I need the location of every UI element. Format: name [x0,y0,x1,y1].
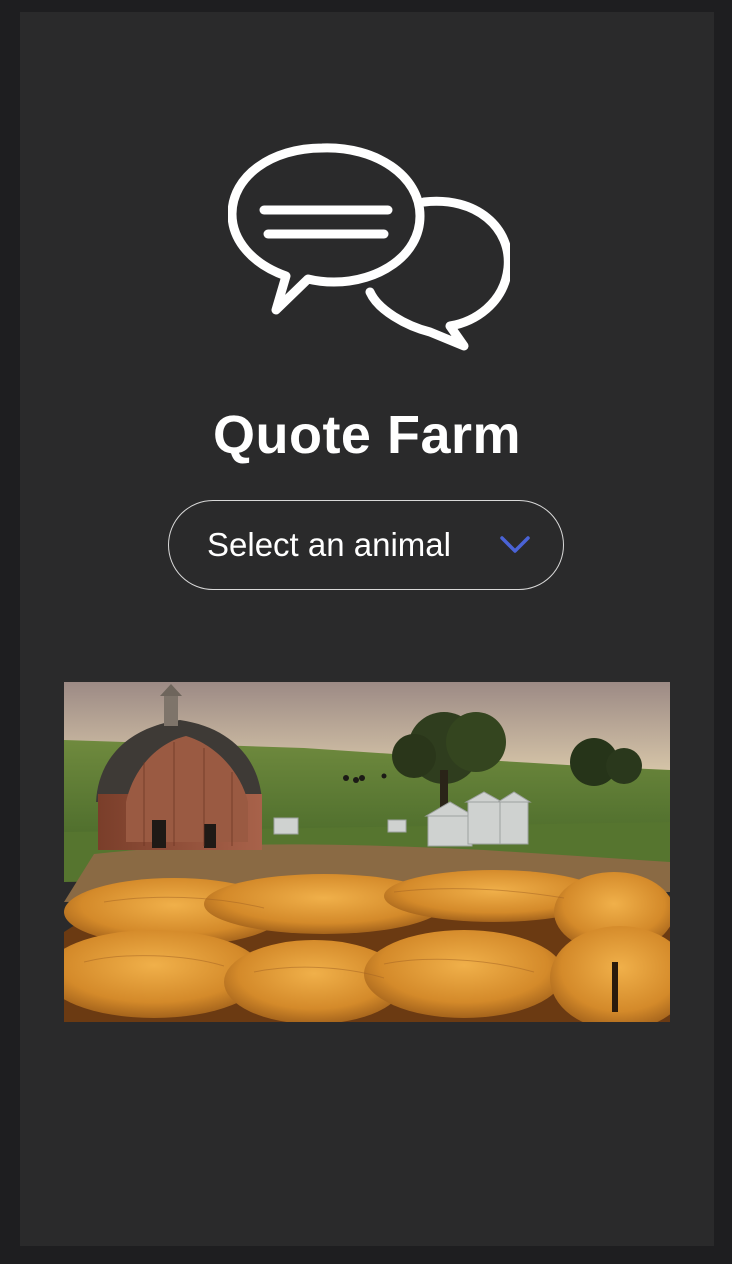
app-frame: Quote Farm Select an animal [20,12,714,1246]
farm-image [64,682,670,1022]
speech-bubbles-icon [228,143,510,351]
animal-select-label: Select an animal [207,526,451,563]
chevron-down-icon[interactable] [499,535,531,555]
app-title: Quote Farm [212,405,522,465]
animal-select[interactable]: Select an animal [168,500,564,590]
